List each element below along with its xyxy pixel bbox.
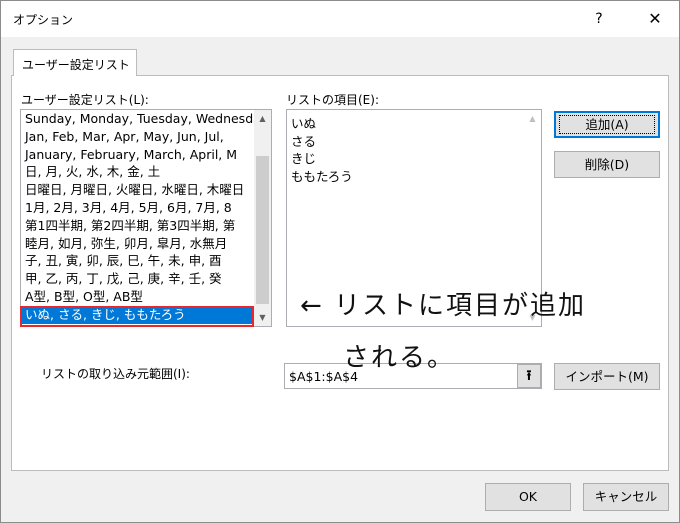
annotation-line-1: ← リストに項目が追加	[300, 291, 587, 321]
list-item[interactable]: Jan, Feb, Mar, Apr, May, Jun, Jul,	[22, 128, 254, 146]
custom-lists-listbox[interactable]: Sunday, Monday, Tuesday, Wednesday Jan, F…	[20, 109, 272, 327]
list-item[interactable]: A型, B型, O型, AB型	[22, 288, 254, 306]
options-dialog: オプション ? ✕ ユーザー設定リスト ユーザー設定リスト(L): リストの項目…	[0, 0, 680, 523]
cancel-button[interactable]: キャンセル	[583, 483, 669, 511]
list-entry-line: きじ	[291, 151, 317, 166]
scroll-down-icon[interactable]: ▼	[254, 309, 271, 326]
list-entry-line: いぬ	[291, 116, 317, 131]
list-item[interactable]: 第1四半期, 第2四半期, 第3四半期, 第	[22, 217, 254, 235]
custom-lists-label: ユーザー設定リスト(L):	[21, 93, 149, 107]
collapse-dialog-icon[interactable]: ⭱	[517, 364, 541, 388]
delete-button[interactable]: 削除(D)	[554, 151, 660, 178]
list-entries-text: いぬさるきじももたろう	[291, 115, 353, 185]
annotation-line-2: される。	[343, 343, 456, 373]
scroll-up-icon[interactable]: ▲	[524, 110, 541, 127]
list-item[interactable]: Sunday, Monday, Tuesday, Wednesday	[22, 110, 254, 128]
close-button[interactable]: ✕	[641, 7, 669, 31]
list-entry-line: さる	[291, 133, 317, 149]
list-entry-line: ももたろう	[291, 168, 353, 184]
list-item[interactable]: 睦月, 如月, 弥生, 卯月, 皐月, 水無月	[22, 235, 254, 253]
title-bar: オプション ? ✕	[1, 1, 679, 37]
tab-custom-lists[interactable]: ユーザー設定リスト	[13, 49, 137, 76]
add-button[interactable]: 追加(A)	[554, 111, 660, 138]
import-button[interactable]: インポート(M)	[554, 363, 660, 390]
list-entries-label: リストの項目(E):	[286, 93, 379, 107]
custom-lists-scrollbar[interactable]: ▲ ▼	[254, 110, 271, 326]
scroll-thumb[interactable]	[256, 156, 269, 304]
help-button[interactable]: ?	[585, 7, 613, 31]
add-button-label: 追加(A)	[559, 115, 655, 134]
list-item[interactable]: 子, 丑, 寅, 卯, 辰, 巳, 午, 未, 申, 酉	[22, 252, 254, 270]
window-title: オプション	[13, 13, 74, 27]
list-item[interactable]: 日曜日, 月曜日, 火曜日, 水曜日, 木曜日	[22, 181, 254, 199]
ok-button[interactable]: OK	[485, 483, 571, 511]
custom-lists-items: Sunday, Monday, Tuesday, Wednesday Jan, F…	[22, 110, 254, 324]
list-item[interactable]: いぬ, さる, きじ, ももたろう	[22, 305, 254, 324]
list-item[interactable]: 1月, 2月, 3月, 4月, 5月, 6月, 7月, 8	[22, 199, 254, 217]
import-range-label: リストの取り込み元範囲(I):	[41, 367, 190, 381]
list-item[interactable]: 甲, 乙, 丙, 丁, 戊, 己, 庚, 辛, 壬, 癸	[22, 270, 254, 288]
scroll-up-icon[interactable]: ▲	[254, 110, 271, 127]
list-item[interactable]: January, February, March, April, M	[22, 146, 254, 164]
list-item[interactable]: 日, 月, 火, 水, 木, 金, 土	[22, 163, 254, 181]
